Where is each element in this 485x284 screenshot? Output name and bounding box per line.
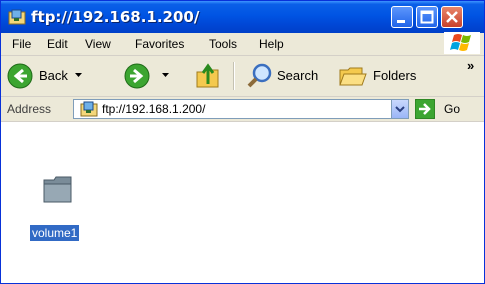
close-icon bbox=[446, 11, 458, 23]
folders-button[interactable]: Folders bbox=[336, 56, 428, 96]
folders-label: Folders bbox=[373, 68, 417, 83]
title-bar[interactable]: ftp://192.168.1.200/ bbox=[1, 1, 484, 33]
search-label: Search bbox=[277, 68, 319, 83]
ftp-folder-icon bbox=[8, 9, 26, 25]
go-arrow-icon bbox=[415, 99, 435, 119]
folders-icon bbox=[339, 67, 367, 86]
window-title: ftp://192.168.1.200/ bbox=[31, 8, 200, 26]
menu-favorites[interactable]: Favorites bbox=[135, 37, 184, 51]
back-dropdown-icon bbox=[75, 73, 82, 77]
folder-name: volume1 bbox=[30, 222, 80, 241]
menu-view[interactable]: View bbox=[85, 37, 111, 51]
menu-help[interactable]: Help bbox=[259, 37, 284, 51]
forward-dropdown-icon bbox=[162, 73, 169, 77]
ftp-location-icon bbox=[80, 101, 98, 117]
maximize-button[interactable] bbox=[416, 6, 438, 28]
menu-tools[interactable]: Tools bbox=[209, 37, 237, 51]
go-label: Go bbox=[444, 102, 461, 116]
menu-edit[interactable]: Edit bbox=[47, 37, 68, 51]
windows-flag-icon bbox=[450, 34, 471, 51]
chevron-down-icon bbox=[395, 106, 405, 113]
back-arrow-icon bbox=[7, 63, 33, 89]
address-dropdown-button[interactable] bbox=[391, 100, 408, 118]
search-button[interactable]: Search bbox=[244, 56, 326, 96]
close-button[interactable] bbox=[441, 6, 463, 28]
toolbar-separator bbox=[233, 62, 235, 90]
forward-arrow-icon bbox=[124, 63, 150, 89]
back-label: Back bbox=[39, 68, 68, 83]
up-folder-icon bbox=[196, 63, 219, 88]
explorer-window: ftp://192.168.1.200/ File Edit View Favo… bbox=[0, 0, 485, 284]
address-bar: Address ftp://192.168.1.200/ Go bbox=[1, 97, 484, 122]
toolbar-overflow-chevron[interactable]: » bbox=[467, 58, 474, 73]
back-button[interactable]: Back bbox=[5, 56, 83, 96]
folder-name-text: volume1 bbox=[30, 225, 80, 241]
up-folder-button[interactable] bbox=[194, 56, 224, 96]
address-input[interactable]: ftp://192.168.1.200/ bbox=[73, 99, 409, 119]
search-icon bbox=[247, 63, 272, 88]
minimize-button[interactable] bbox=[391, 6, 413, 28]
menu-bar: File Edit View Favorites Tools Help bbox=[1, 32, 484, 56]
forward-button[interactable] bbox=[122, 56, 180, 96]
standard-toolbar: Back Search Folders » bbox=[1, 56, 484, 97]
maximize-icon bbox=[420, 10, 434, 24]
windows-logo bbox=[444, 32, 480, 54]
go-button[interactable]: Go bbox=[415, 99, 475, 119]
minimize-icon bbox=[397, 20, 405, 23]
folder-icon bbox=[43, 176, 72, 203]
file-list: volume1 bbox=[1, 122, 484, 283]
address-value: ftp://192.168.1.200/ bbox=[102, 102, 206, 116]
menu-file[interactable]: File bbox=[12, 37, 31, 51]
address-label: Address bbox=[7, 102, 52, 116]
